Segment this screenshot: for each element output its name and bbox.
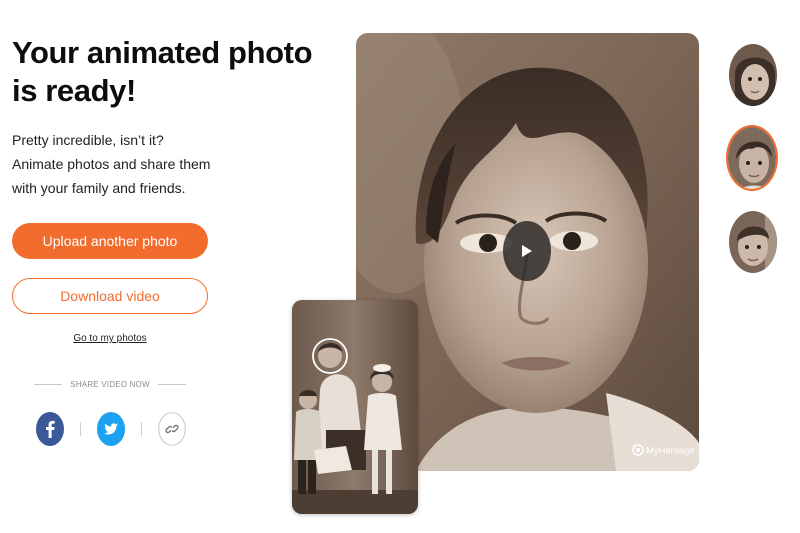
divider [141, 422, 142, 436]
twitter-icon [97, 412, 125, 446]
myheritage-logo: MyHeritage [632, 444, 695, 457]
share-video-label: SHARE VIDEO NOW [34, 380, 187, 389]
divider [80, 422, 81, 436]
divider [157, 384, 187, 385]
watermark-text: MyHeritage [646, 446, 695, 457]
avatar-boy[interactable] [727, 209, 779, 275]
download-video-button[interactable]: Download video [12, 278, 208, 314]
woman-face-image [728, 127, 776, 189]
share-buttons [36, 412, 186, 446]
divider [34, 384, 63, 385]
avatar-woman-selected[interactable] [726, 125, 778, 191]
facebook-share-button[interactable] [36, 412, 64, 446]
family-photo [292, 300, 418, 514]
go-to-my-photos-link[interactable]: Go to my photos [12, 333, 208, 344]
twitter-share-button[interactable] [97, 412, 125, 446]
avatar-girl[interactable] [727, 42, 779, 108]
play-icon [522, 245, 532, 257]
copy-link-button[interactable] [158, 412, 186, 446]
page-description: Pretty incredible, isn’t it? Animate pho… [12, 132, 211, 196]
boy-face-image [729, 211, 777, 273]
share-label-text: SHARE VIDEO NOW [70, 380, 150, 389]
girl-face-image [729, 44, 777, 106]
facebook-icon [36, 412, 64, 446]
page-title: Your animated photo is ready! [12, 35, 313, 108]
upload-another-photo-button[interactable]: Upload another photo [12, 223, 208, 259]
myheritage-watermark: MyHeritage [632, 442, 696, 458]
link-icon [158, 412, 186, 446]
play-button[interactable] [503, 221, 551, 281]
original-photo-thumbnail[interactable] [292, 300, 418, 514]
